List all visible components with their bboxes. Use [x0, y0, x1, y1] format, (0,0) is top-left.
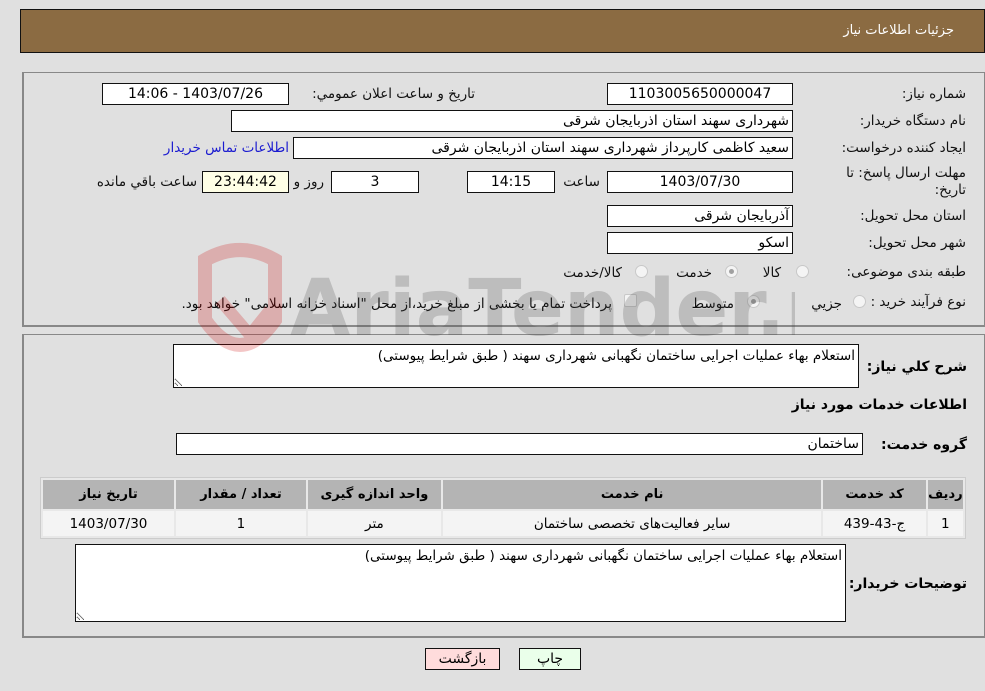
- purchase-option-minor: جزیي: [811, 296, 842, 312]
- deadline-label: مهلت ارسال پاسخ: تا: [846, 165, 966, 181]
- services-table: ردیف کد خدمت نام خدمت واحد اندازه گیری ت…: [40, 477, 966, 539]
- buyer-org-label: نام دستگاه خریدار:: [859, 113, 966, 129]
- category-radio-goods[interactable]: [796, 265, 809, 278]
- purchase-radio-minor[interactable]: [853, 295, 866, 308]
- summary-label: شرح کلي نیاز:: [866, 359, 967, 375]
- purchase-option-medium: متوسط: [691, 296, 734, 312]
- deadline-time-field: 14:15: [467, 171, 555, 193]
- col-header-row-number: ردیف: [927, 480, 963, 509]
- category-radio-service[interactable]: [725, 265, 738, 278]
- days-label: روز و: [293, 174, 324, 190]
- need-number-label: شماره نیاز:: [901, 86, 966, 102]
- buyer-notes-textarea[interactable]: [75, 544, 846, 622]
- table-header-row: ردیف کد خدمت نام خدمت واحد اندازه گیری ت…: [43, 480, 963, 509]
- page-header: جزئیات اطلاعات نیاز: [20, 9, 985, 53]
- announce-datetime-label: تاریخ و ساعت اعلان عمومي:: [312, 86, 475, 102]
- category-label: طبقه بندی موضوعی:: [846, 264, 966, 280]
- deadline-time-label: ساعت: [563, 174, 600, 190]
- city-label: شهر محل تحویل:: [868, 235, 966, 251]
- service-group-label: گروه خدمت:: [881, 437, 967, 453]
- category-option-goods-service: کالا/خدمت: [563, 265, 622, 281]
- buyer-notes-label: توضیحات خریدار:: [848, 576, 967, 592]
- back-button[interactable]: بازگشت: [425, 648, 500, 670]
- deadline-date-field: 1403/07/30: [607, 171, 793, 193]
- time-remaining-field: 23:44:42: [202, 171, 289, 193]
- col-header-service-code: کد خدمت: [823, 480, 926, 509]
- treasury-note: پرداخت تمام یا بخشی از مبلغ خرید،از محل …: [181, 296, 612, 312]
- treasury-checkbox[interactable]: [624, 294, 637, 307]
- col-header-unit: واحد اندازه گیری: [307, 480, 441, 509]
- purchase-radio-medium[interactable]: [747, 295, 760, 308]
- need-number-field: 1103005650000047: [607, 83, 793, 105]
- cell-need-date: 1403/07/30: [43, 511, 174, 536]
- print-button[interactable]: چاپ: [519, 648, 581, 670]
- deadline-label-2: تاریخ:: [934, 182, 966, 198]
- time-remaining-label: ساعت باقي مانده: [96, 174, 197, 190]
- buyer-org-field: شهرداری سهند استان اذربایجان شرقی: [231, 110, 793, 132]
- buyer-contact-link[interactable]: اطلاعات تماس خریدار: [164, 140, 289, 156]
- category-radio-goods-service[interactable]: [635, 265, 648, 278]
- summary-textarea[interactable]: [173, 344, 859, 388]
- purchase-type-label: نوع فرآیند خرید :: [870, 294, 966, 310]
- cell-row-number: 1: [927, 511, 963, 536]
- services-heading: اطلاعات خدمات مورد نیاز: [791, 397, 967, 413]
- announce-datetime-field: 1403/07/26 - 14:06: [102, 83, 289, 105]
- cell-service-name: سایر فعالیت‌های تخصصی ساختمان: [442, 511, 822, 536]
- requester-label: ایجاد کننده درخواست:: [841, 140, 966, 156]
- col-header-service-name: نام خدمت: [442, 480, 822, 509]
- province-field: آذربایجان شرقی: [607, 205, 793, 227]
- category-option-goods: کالا: [762, 265, 781, 281]
- cell-unit: متر: [307, 511, 441, 536]
- cell-service-code: ج-43-439: [823, 511, 926, 536]
- col-header-need-date: تاریخ نیاز: [43, 480, 174, 509]
- table-row: 1 ج-43-439 سایر فعالیت‌های تخصصی ساختمان…: [43, 511, 963, 536]
- col-header-quantity: تعداد / مقدار: [175, 480, 306, 509]
- category-option-service: خدمت: [676, 265, 712, 281]
- service-group-field: ساختمان: [176, 433, 863, 455]
- requester-field: سعید کاظمی کارپرداز شهرداری سهند استان ا…: [293, 137, 793, 159]
- cell-quantity: 1: [175, 511, 306, 536]
- city-field: اسکو: [607, 232, 793, 254]
- page-title: جزئیات اطلاعات نیاز: [843, 23, 954, 38]
- province-label: استان محل تحویل:: [860, 208, 966, 224]
- days-remaining-field: 3: [331, 171, 419, 193]
